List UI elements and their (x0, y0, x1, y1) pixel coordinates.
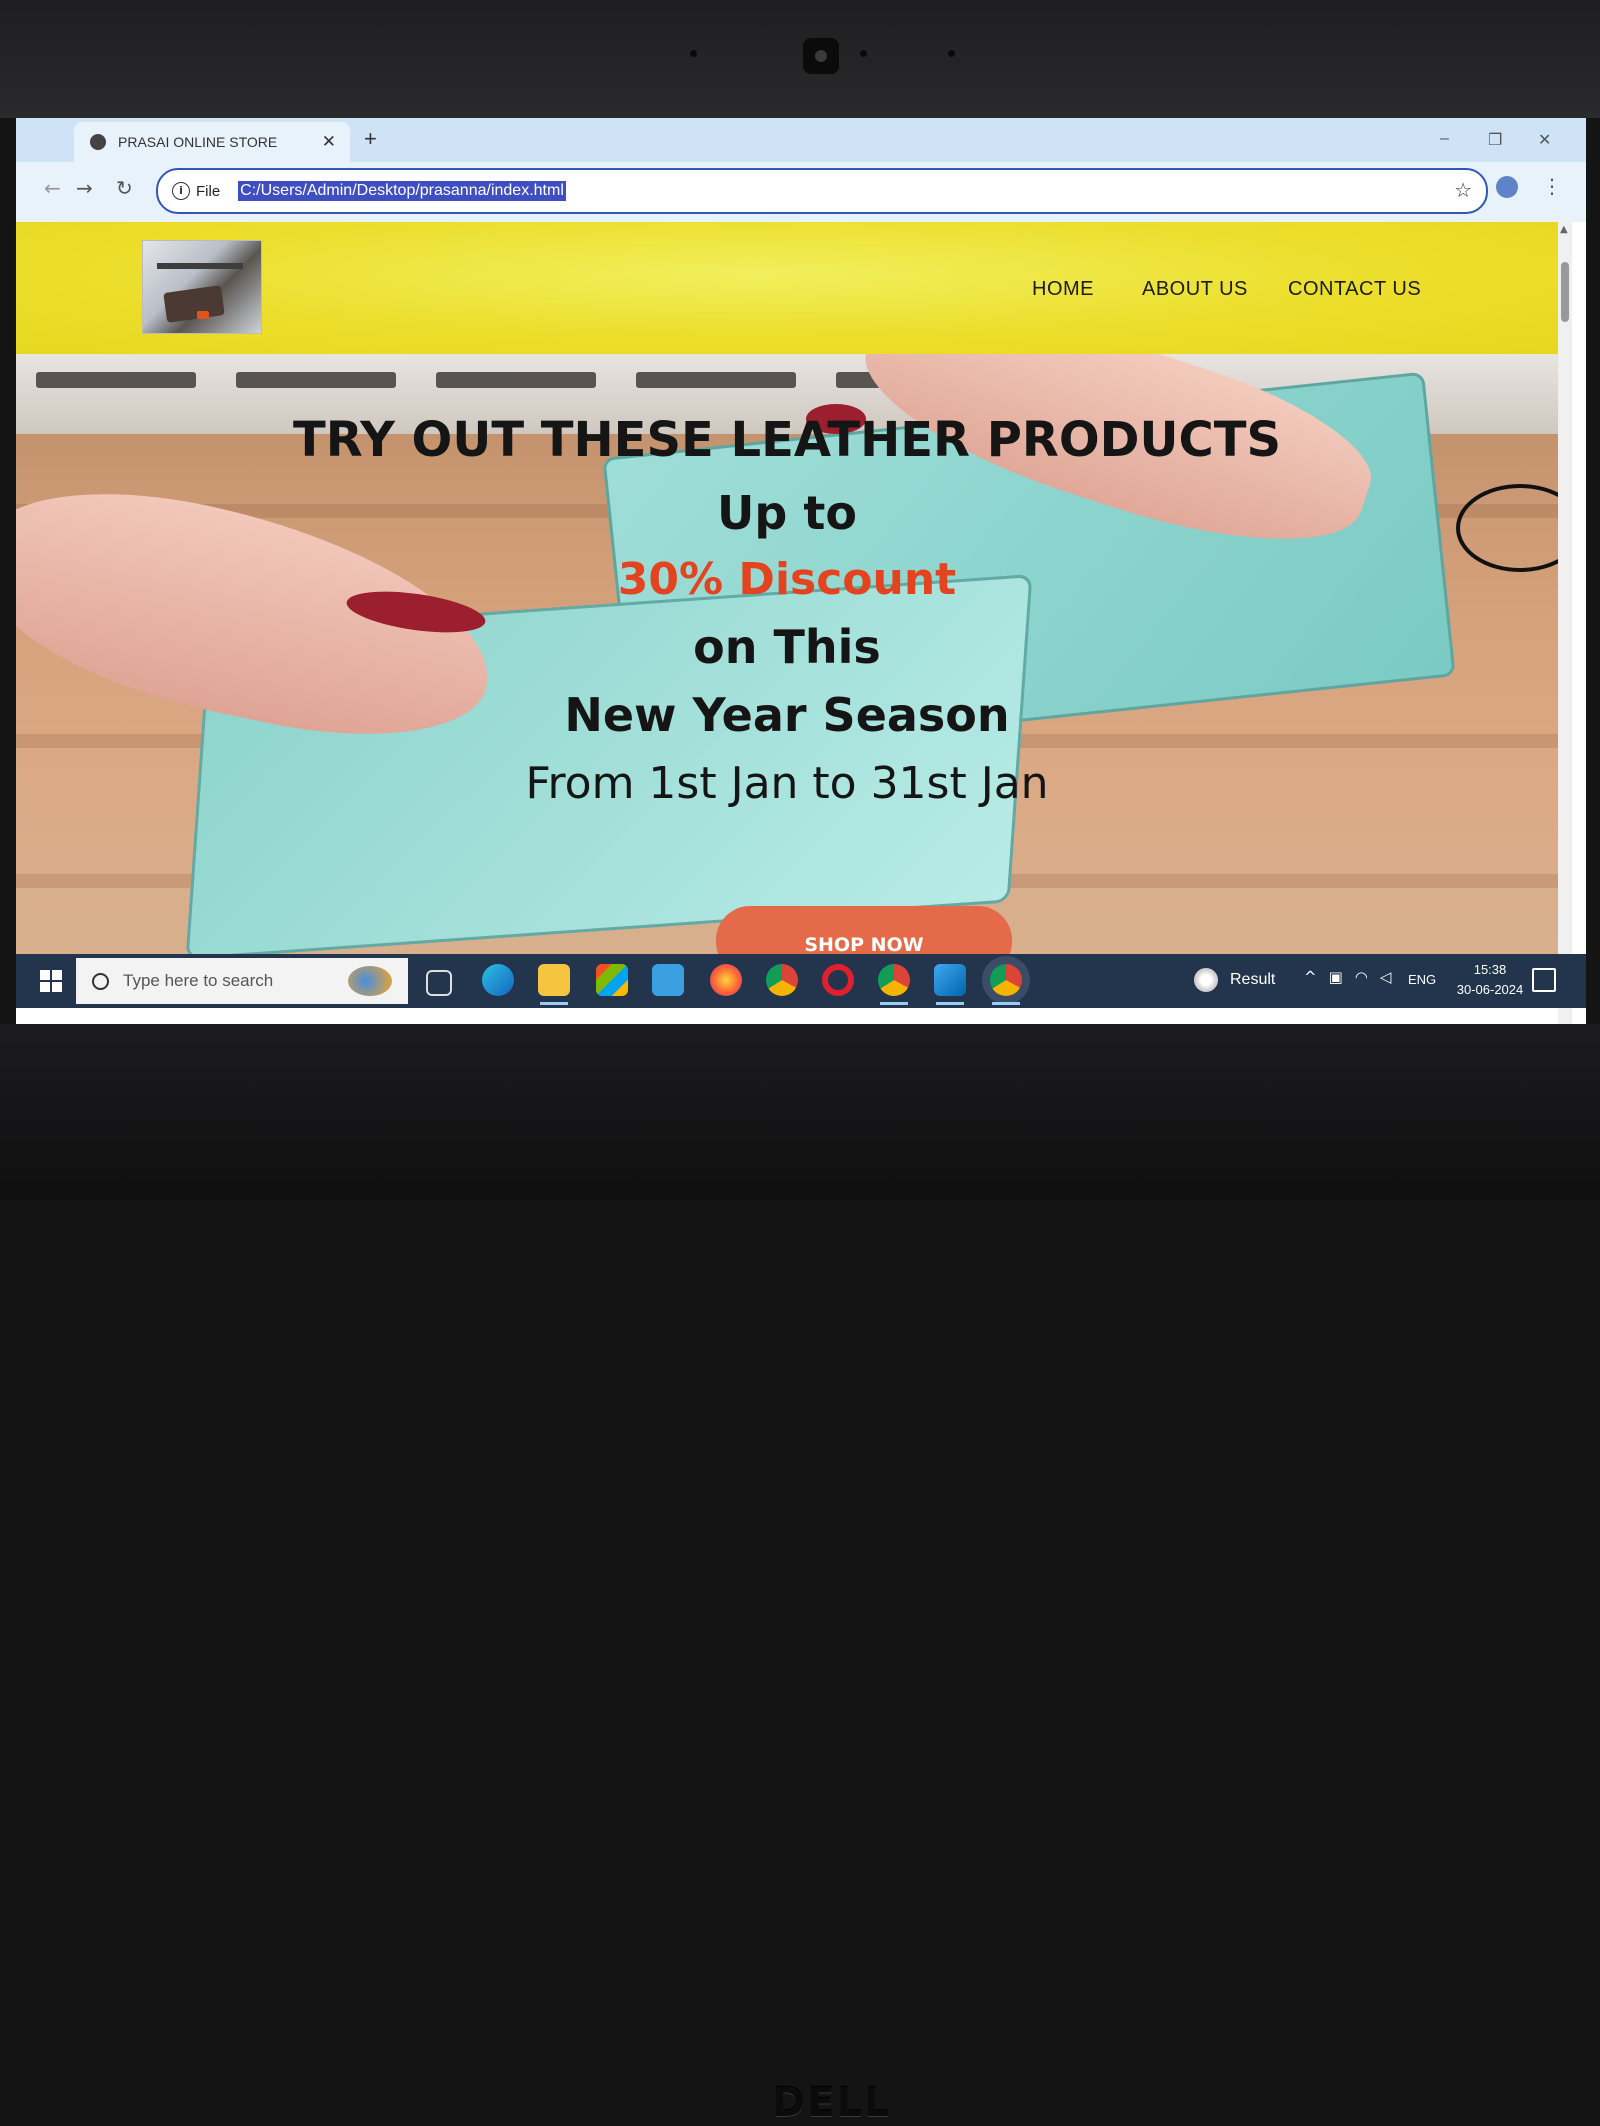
vscode-icon[interactable] (934, 964, 966, 996)
active-indicator (540, 1002, 568, 1005)
hero-title: TRY OUT THESE LEATHER PRODUCTS (292, 412, 1282, 468)
opera-icon[interactable] (822, 964, 854, 996)
logo-graphic (157, 263, 243, 269)
mail-icon[interactable] (652, 964, 684, 996)
search-icon (92, 972, 109, 990)
taskbar-clock[interactable]: 15:38 30-06-2024 (1448, 960, 1532, 1000)
close-window-button[interactable]: ✕ (1538, 130, 1551, 150)
windows-start-icon[interactable] (40, 970, 62, 992)
page-scrollbar[interactable]: ▲ (1558, 222, 1572, 1024)
chrome-icon[interactable] (766, 964, 798, 996)
active-indicator (936, 1002, 964, 1005)
volume-icon[interactable]: ◁ (1380, 968, 1392, 986)
menu-icon[interactable]: ⋮ (1542, 174, 1562, 198)
nav-contact-us[interactable]: CONTACT US (1288, 278, 1421, 301)
hero-decor (636, 372, 796, 388)
sensor-dot (860, 50, 867, 57)
store-logo[interactable] (142, 240, 262, 334)
hero-dates: From 1st Jan to 31st Jan (525, 758, 1049, 809)
weather-icon (1194, 968, 1218, 992)
edge-icon[interactable] (482, 964, 514, 996)
back-icon[interactable]: ← (44, 176, 61, 200)
address-bar[interactable]: i File C:/Users/Admin/Desktop/prasanna/i… (156, 168, 1488, 214)
webcam (803, 38, 839, 74)
microsoft-store-icon[interactable] (596, 964, 628, 996)
minimize-button[interactable]: – (1440, 130, 1449, 148)
restore-button[interactable]: ❐ (1488, 130, 1502, 150)
system-tray: ^ ▣ ◠ ◁ (1304, 968, 1391, 986)
scroll-thumb[interactable] (1561, 262, 1569, 322)
meet-icon[interactable]: ▣ (1329, 968, 1343, 986)
star-icon[interactable]: ☆ (1454, 178, 1472, 202)
shop-now-button[interactable]: SHOP NOW (716, 906, 1012, 954)
new-tab-button[interactable]: + (364, 126, 377, 152)
hero-discount: 30% Discount (617, 554, 957, 605)
nav-about-us[interactable]: ABOUT US (1142, 278, 1248, 301)
globe-icon (90, 134, 106, 150)
windows-taskbar: Type here to search Result ^ ▣ ◠ ◁ ENG 1 (16, 954, 1586, 1008)
chrome-profile-icon[interactable] (878, 964, 910, 996)
url-text[interactable]: C:/Users/Admin/Desktop/prasanna/index.ht… (238, 181, 566, 201)
notification-icon[interactable] (1532, 968, 1556, 992)
tab-close-icon[interactable]: ✕ (322, 132, 336, 152)
active-indicator (880, 1002, 908, 1005)
hero-decor (436, 372, 596, 388)
logo-graphic (163, 285, 225, 323)
scroll-up-icon[interactable]: ▲ (1560, 224, 1568, 235)
chevron-up-icon[interactable]: ^ (1304, 968, 1317, 986)
browser-tabstrip: PRASAI ONLINE STORE ✕ + – ❐ ✕ (16, 118, 1586, 162)
hero-decor (36, 372, 196, 388)
site-info-chip[interactable]: File (196, 183, 220, 200)
chrome-active-icon[interactable] (990, 964, 1022, 996)
weather-widget[interactable]: Result (1194, 968, 1275, 992)
clock-time: 15:38 (1473, 962, 1507, 977)
dell-logo: DELL (772, 2080, 892, 2126)
tab-title: PRASAI ONLINE STORE (118, 134, 278, 150)
language-indicator[interactable]: ENG (1408, 972, 1436, 987)
search-highlight-icon (348, 966, 392, 996)
search-placeholder: Type here to search (123, 971, 274, 990)
info-icon[interactable]: i (172, 182, 190, 200)
active-indicator (992, 1002, 1020, 1005)
reload-icon[interactable]: ↻ (116, 176, 133, 200)
hero-decor (236, 372, 396, 388)
logo-graphic (197, 311, 209, 319)
browser-toolbar: ← → ↻ i File C:/Users/Admin/Desktop/pras… (16, 162, 1586, 222)
nav-home[interactable]: HOME (1032, 278, 1094, 301)
laptop-bezel-top (0, 0, 1600, 118)
site-header: HOME ABOUT US CONTACT US (16, 222, 1558, 354)
forward-icon[interactable]: → (76, 176, 93, 200)
hero-on-this: on This (693, 620, 881, 674)
widget-label: Result (1230, 971, 1276, 988)
sensor-dot (690, 50, 697, 57)
hero-season: New Year Season (564, 688, 1010, 742)
firefox-icon[interactable] (710, 964, 742, 996)
clock-date: 30-06-2024 (1456, 982, 1524, 997)
task-view-icon[interactable] (426, 970, 452, 996)
file-explorer-icon[interactable] (538, 964, 570, 996)
profile-icon[interactable] (1496, 176, 1518, 198)
sensor-dot (948, 50, 955, 57)
laptop-bezel-bottom: DELL (0, 1024, 1600, 2126)
hero-banner: TRY OUT THESE LEATHER PRODUCTS Up to 30%… (16, 354, 1558, 954)
hero-up-to: Up to (717, 486, 857, 540)
browser-tab[interactable]: PRASAI ONLINE STORE ✕ (74, 122, 350, 162)
wifi-icon[interactable]: ◠ (1355, 968, 1368, 986)
taskbar-search-input[interactable]: Type here to search (76, 958, 408, 1004)
laptop-screen: PRASAI ONLINE STORE ✕ + – ❐ ✕ ← → ↻ i Fi… (16, 118, 1586, 1024)
